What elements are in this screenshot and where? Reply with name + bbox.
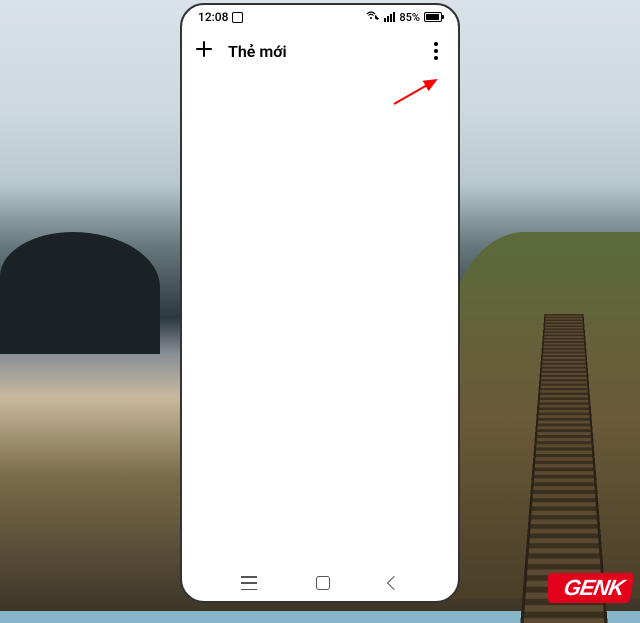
status-right: 85% xyxy=(366,10,442,24)
annotation-arrow xyxy=(390,74,444,112)
page-title: Thẻ mới xyxy=(228,42,412,61)
battery-icon xyxy=(424,12,442,22)
back-button[interactable] xyxy=(387,576,401,590)
more-options-button[interactable] xyxy=(426,34,446,68)
status-bar: 12:08 85% xyxy=(182,5,458,29)
wallpaper-boardwalk xyxy=(448,257,627,563)
watermark-logo: GENK xyxy=(552,573,632,603)
browser-content-area xyxy=(182,73,458,565)
app-toolbar: Thẻ mới xyxy=(182,29,458,73)
add-tab-button[interactable] xyxy=(194,39,214,64)
watermark-text: GENK xyxy=(550,573,635,603)
status-left: 12:08 xyxy=(198,10,243,24)
home-button[interactable] xyxy=(316,576,330,590)
battery-text: 85% xyxy=(399,11,420,24)
wifi-calling-icon xyxy=(366,10,380,24)
system-nav-bar xyxy=(182,565,458,601)
recent-apps-button[interactable] xyxy=(241,576,257,590)
clock-text: 12:08 xyxy=(198,10,228,24)
signal-icon xyxy=(384,12,395,22)
alarm-icon xyxy=(232,12,243,23)
